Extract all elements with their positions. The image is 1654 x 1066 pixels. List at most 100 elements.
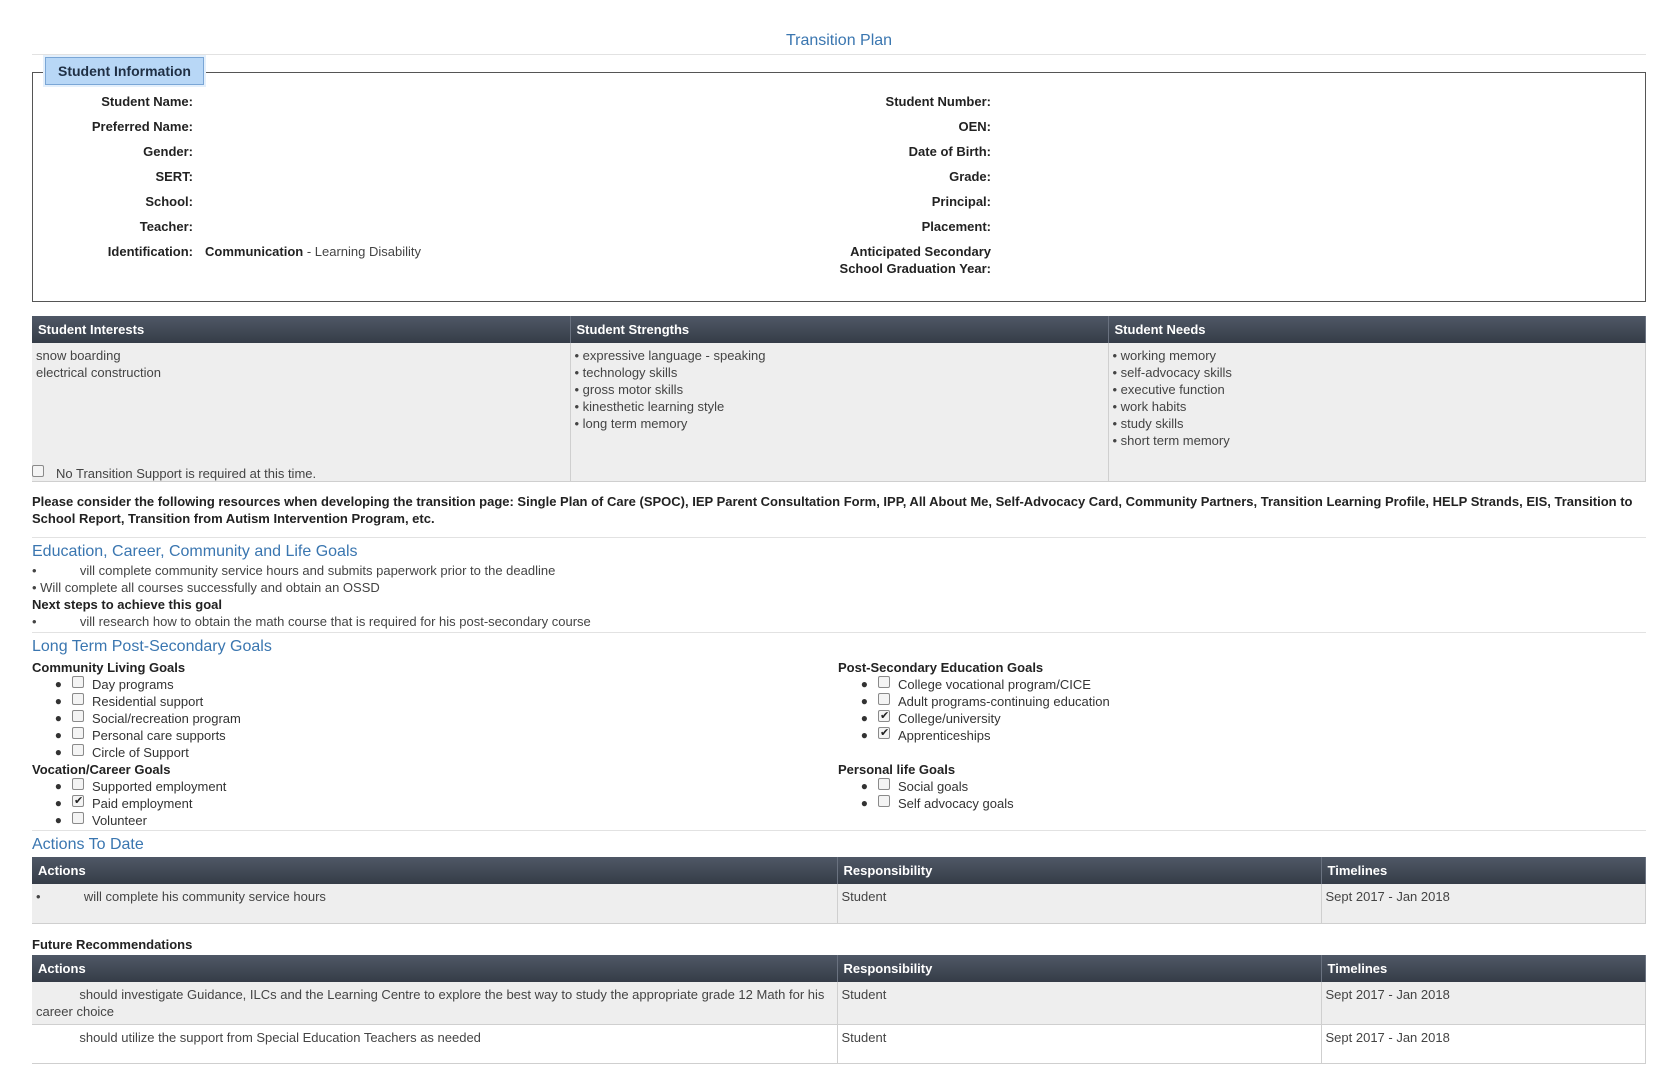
goal-option-label: Supported employment	[92, 779, 227, 794]
student-information-legend: Student Information	[45, 57, 204, 85]
list-item: • executive function	[1112, 382, 1225, 397]
goal-option: ● Residential support	[54, 692, 204, 709]
info-row-grade: Grade:	[833, 168, 1633, 193]
column-header-strengths: Student Strengths	[570, 316, 1109, 343]
divider	[32, 632, 1646, 633]
goal-option-label: Residential support	[92, 694, 204, 709]
info-row-principal: Principal:	[833, 193, 1633, 218]
college-vocational-checkbox[interactable]	[878, 675, 890, 688]
goal-option-label: Volunteer	[92, 813, 147, 828]
goal-option-label: Social goals	[898, 779, 969, 794]
info-label: SERT:	[155, 169, 193, 184]
long-term-right-column: Post-Secondary Education Goals ● College …	[838, 659, 1618, 812]
goal-item: • Will complete all courses successfully…	[32, 580, 380, 595]
goal-option-label: College vocational program/CICE	[898, 677, 1091, 692]
goal-option: ● Day programs	[54, 675, 174, 692]
no-support-label: No Transition Support is required at thi…	[56, 466, 317, 481]
college-university-checkbox[interactable]	[878, 708, 890, 725]
info-row-sert: SERT:	[33, 168, 833, 193]
goal-option: ● Circle of Support	[54, 743, 189, 760]
info-label: Principal:	[931, 194, 991, 209]
needs-cell: • working memory • self-advocacy skills …	[1108, 343, 1646, 482]
identification-detail: - Learning Disability	[303, 244, 422, 259]
list-item: • study skills	[1112, 416, 1184, 431]
adult-programs-checkbox[interactable]	[878, 692, 890, 705]
goal-option: ●Paid employment	[32, 793, 812, 812]
responsibility-cell: Student	[837, 1024, 1322, 1064]
interests-cell: snow boarding electrical construction	[32, 343, 571, 482]
column-header-actions: Actions	[32, 857, 838, 884]
social-goals-checkbox[interactable]	[878, 777, 890, 790]
column-header-interests: Student Interests	[32, 316, 571, 343]
info-label: OEN:	[958, 119, 992, 134]
timeline-cell: Sept 2017 - Jan 2018	[1321, 982, 1646, 1025]
self-advocacy-goals-checkbox[interactable]	[878, 794, 890, 807]
goal-option-label: Circle of Support	[92, 745, 189, 760]
info-label: Date of Birth:	[908, 144, 991, 159]
circle-of-support-checkbox[interactable]	[72, 743, 84, 756]
student-info-left-column: Student Name: Preferred Name: Gender: SE…	[33, 93, 833, 268]
goal-option-label: Paid employment	[92, 796, 193, 811]
volunteer-checkbox[interactable]	[72, 811, 84, 824]
apprenticeships-checkbox[interactable]	[878, 725, 890, 742]
vocation-career-goals-label: Vocation/Career Goals	[32, 762, 171, 777]
divider	[32, 537, 1646, 538]
social-recreation-checkbox[interactable]	[72, 709, 84, 722]
next-steps-label: Next steps to achieve this goal	[32, 597, 223, 612]
info-label: Identification:	[107, 244, 193, 259]
post-secondary-goals-list: ● College vocational program/CICE ● Adult …	[838, 675, 1618, 744]
personal-care-checkbox[interactable]	[72, 726, 84, 739]
actions-to-date-title: Actions To Date	[32, 836, 144, 853]
identification-value: Communication - Learning Disability	[205, 243, 421, 268]
vocation-career-goals-list: ●Supported employment ●Paid employment ●…	[32, 777, 812, 829]
info-label: Student Name:	[101, 94, 193, 109]
goal-option: ● Social goals	[860, 777, 969, 794]
table-row: snow boarding electrical construction • …	[32, 343, 1646, 482]
student-profile-table: Student Interests Student Strengths Stud…	[32, 316, 1646, 482]
column-header-actions: Actions	[32, 955, 838, 982]
action-cell: • will complete his community service ho…	[32, 884, 838, 924]
table-row: should utilize the support from Special …	[32, 1024, 1646, 1064]
strengths-cell: • expressive language - speaking • techn…	[570, 343, 1109, 482]
table-row: should investigate Guidance, ILCs and th…	[32, 982, 1646, 1025]
info-row-teacher: Teacher:	[33, 218, 833, 243]
goal-option: ● College vocational program/CICE	[860, 675, 1091, 692]
goal-option-label: College/university	[898, 711, 1001, 726]
goal-option-label: Day programs	[92, 677, 174, 692]
info-row-identification: Identification: Communication - Learning …	[33, 243, 833, 268]
day-programs-checkbox[interactable]	[72, 675, 84, 688]
list-item: snow boarding	[36, 348, 121, 363]
list-item: • short term memory	[1112, 433, 1230, 448]
info-label: Teacher:	[139, 219, 193, 234]
info-row-student-number: Student Number:	[833, 93, 1633, 118]
supported-employment-checkbox[interactable]	[72, 777, 84, 790]
next-step-item: • vill research how to obtain the math c…	[32, 614, 591, 629]
no-support-checkbox[interactable]	[32, 464, 44, 477]
education-goals-section: Education, Career, Community and Life Go…	[32, 542, 1646, 630]
community-living-goals-list: ● Day programs ● Residential support ● Soci…	[32, 675, 812, 761]
paid-employment-checkbox[interactable]	[72, 793, 84, 810]
education-goals-title: Education, Career, Community and Life Go…	[32, 543, 358, 560]
student-info-right-column: Student Number: OEN: Date of Birth: Grad…	[833, 93, 1633, 277]
resources-note: Please consider the following resources …	[32, 494, 1633, 526]
info-row-gender: Gender:	[33, 143, 833, 168]
info-row-preferred-name: Preferred Name:	[33, 118, 833, 143]
goal-option: ● Self advocacy goals	[860, 794, 1014, 811]
action-cell: should utilize the support from Special …	[32, 1024, 838, 1064]
info-label: School:	[145, 194, 193, 209]
future-recommendations-table: Actions Responsibility Timelines should …	[32, 955, 1646, 1064]
info-row-graduation-year: Anticipated Secondary School Graduation …	[833, 243, 1633, 277]
goal-option: ● Supported employment	[54, 777, 227, 794]
goal-option: ● Social/recreation program	[54, 709, 241, 726]
goal-option-label: Adult programs-continuing education	[898, 694, 1110, 709]
info-label: Student Number:	[885, 94, 991, 109]
action-cell: should investigate Guidance, ILCs and th…	[32, 982, 838, 1025]
list-item: • expressive language - speaking	[574, 348, 766, 363]
residential-support-checkbox[interactable]	[72, 692, 84, 705]
list-item: • technology skills	[574, 365, 678, 380]
personal-life-goals-list: ● Social goals ● Self advocacy goals	[838, 777, 1618, 812]
info-row-student-name: Student Name:	[33, 93, 833, 118]
long-term-left-column: Community Living Goals ● Day programs ● Re…	[32, 659, 812, 829]
goal-option: ● Volunteer	[54, 811, 147, 828]
